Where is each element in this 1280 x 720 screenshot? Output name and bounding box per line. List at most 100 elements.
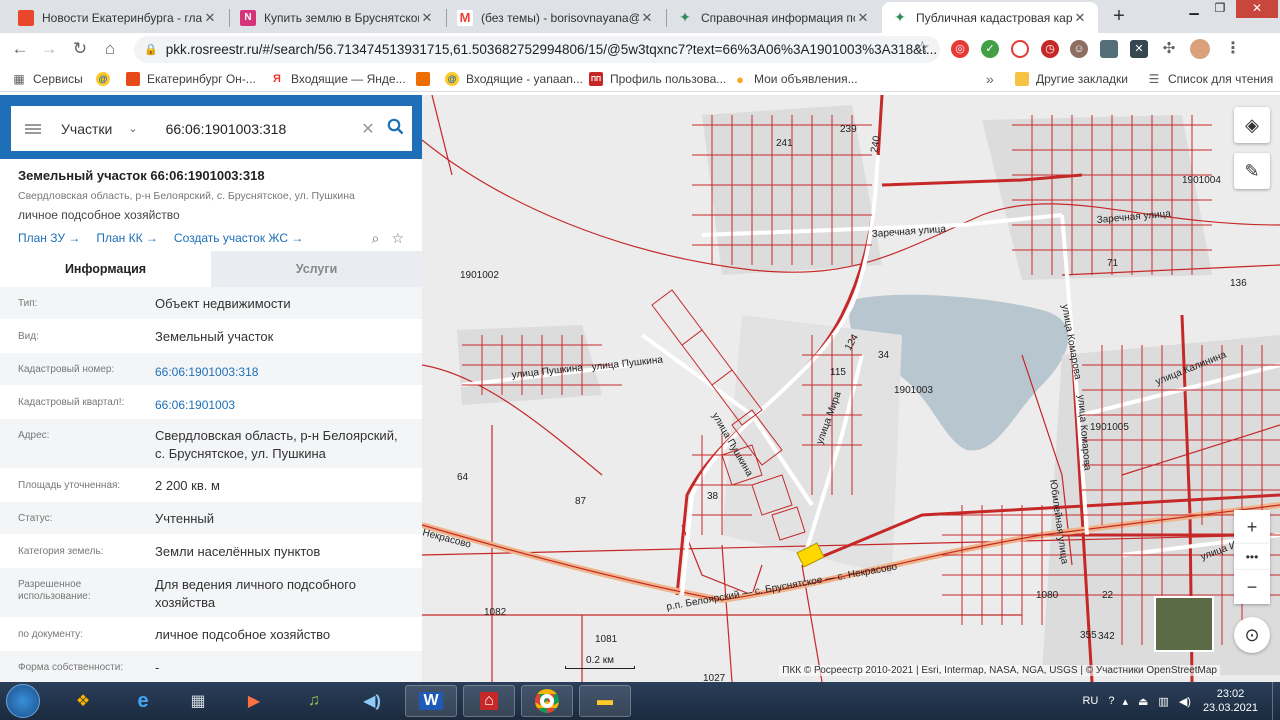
close-icon[interactable]: ✕: [1072, 10, 1088, 26]
volume-icon[interactable]: ◀): [1179, 695, 1191, 708]
map-label: 1901003: [894, 385, 933, 396]
close-icon[interactable]: ✕: [639, 10, 655, 26]
tab-cian[interactable]: N Купить землю в Бруснятском - ✕: [230, 2, 445, 33]
close-icon[interactable]: ✕: [202, 10, 218, 26]
extension-clock-icon[interactable]: ◷: [1041, 40, 1059, 58]
close-icon[interactable]: ✕: [855, 10, 871, 26]
taskbar-app-chrome[interactable]: [521, 685, 573, 717]
help-icon[interactable]: ?: [1108, 695, 1114, 707]
taskbar-app-music[interactable]: ♫: [288, 685, 340, 717]
rosreestr-favicon: ✦: [677, 9, 693, 26]
home-icon[interactable]: ⌂: [99, 38, 121, 60]
bookmark-yandex-mail[interactable]: Я Входящие — Янде...: [270, 70, 406, 88]
bookmark-avito[interactable]: ● Мои объявления...: [733, 70, 858, 88]
reload-icon[interactable]: ↻: [69, 38, 91, 60]
pp-icon: ПП: [589, 72, 603, 86]
bookmark-services[interactable]: ▦ Сервисы: [12, 70, 83, 88]
search-icon[interactable]: [378, 118, 412, 140]
chrome-icon: [535, 689, 559, 713]
bookmark-profile[interactable]: ПП Профиль пользова...: [589, 70, 726, 88]
map-label: 239: [840, 124, 857, 135]
minimize-button[interactable]: ▁: [1180, 0, 1208, 18]
cadastral-map[interactable]: 1901002 1901003 1901004 1901005 улица Пу…: [422, 95, 1280, 682]
network-icon[interactable]: ▥: [1158, 695, 1168, 708]
extension-x-icon[interactable]: ✕: [1130, 40, 1148, 58]
taskbar-app-ie[interactable]: e: [117, 685, 169, 717]
extensions-puzzle-icon[interactable]: ✣: [1160, 40, 1178, 58]
extension-check-icon[interactable]: ✓: [981, 40, 999, 58]
map-label: 1082: [484, 607, 507, 618]
tab-rosreestr-info[interactable]: ✦ Справочная информация по об ✕: [667, 2, 881, 33]
show-desktop-button[interactable]: [1272, 682, 1280, 720]
browser-menu-icon[interactable]: ⋮: [1224, 40, 1242, 58]
tab-title: Публичная кадастровая карта: [916, 10, 1072, 25]
extension-face-icon[interactable]: ☺: [1070, 40, 1088, 58]
map-label: 1080: [1036, 590, 1059, 601]
map-label: 1901004: [1182, 175, 1221, 186]
bookmark-label: Екатеринбург Он-...: [147, 72, 256, 86]
bookmark-orange[interactable]: [416, 70, 437, 88]
rosreestr-favicon: ✦: [892, 9, 908, 26]
tray-arrow-icon[interactable]: ▴: [1122, 695, 1128, 708]
profile-avatar[interactable]: [1190, 39, 1210, 59]
tab-news[interactable]: Новости Екатеринбурга - главн ✕: [8, 2, 228, 33]
clear-icon[interactable]: ✕: [358, 119, 378, 139]
bookmark-star-icon[interactable]: ☆: [915, 38, 930, 58]
back-icon[interactable]: ←: [9, 38, 31, 60]
start-button[interactable]: [6, 684, 40, 718]
map-label: 355: [1080, 630, 1097, 641]
taskbar-app-calculator[interactable]: ▦: [172, 685, 224, 717]
map-label: 71: [1107, 258, 1119, 269]
tab-cadastral-map[interactable]: ✦ Публичная кадастровая карта ✕: [882, 2, 1098, 33]
taskbar-app-explorer[interactable]: ▬: [579, 685, 631, 717]
tab-gmail[interactable]: M (без темы) - borisovnayana@gm ✕: [447, 2, 665, 33]
clock-time: 23:02: [1216, 688, 1245, 700]
language-indicator[interactable]: RU: [1082, 695, 1098, 707]
settlement-area: [982, 115, 1212, 280]
taskbar-app-game[interactable]: ❖: [57, 685, 109, 717]
bookmark-label: Сервисы: [33, 72, 83, 86]
hamburger-menu-icon[interactable]: [25, 123, 41, 134]
bookmark-mail-1[interactable]: @: [96, 70, 117, 88]
layers-icon[interactable]: ◈: [1234, 107, 1270, 143]
taskbar-app-word[interactable]: W: [405, 685, 457, 717]
map-label: 342: [1098, 631, 1115, 642]
clock[interactable]: 23:02 23.03.2021: [1203, 687, 1258, 715]
close-icon[interactable]: ✕: [419, 10, 435, 26]
extension-hat-icon[interactable]: [1100, 40, 1118, 58]
zoom-more-icon[interactable]: •••: [1234, 544, 1270, 570]
maximize-button[interactable]: ❐: [1206, 0, 1234, 18]
zoom-in-button[interactable]: +: [1234, 510, 1270, 544]
extension-cloud-icon[interactable]: [1011, 40, 1029, 58]
more-bookmarks-icon[interactable]: »: [986, 70, 994, 88]
address-bar[interactable]: 🔒 pkk.rosreestr.ru/#/search/56.713474513…: [134, 36, 940, 63]
bookmark-reading-list[interactable]: ☰ Список для чтения: [1147, 70, 1274, 88]
new-tab-button[interactable]: +: [1106, 5, 1132, 29]
map-label: 38: [707, 491, 719, 502]
url-text: pkk.rosreestr.ru/#/search/56.71347451393…: [165, 42, 938, 57]
bookmark-mail-2[interactable]: @ Входящие - yanaan...: [445, 70, 583, 88]
bookmark-e1[interactable]: Екатеринбург Он-...: [126, 70, 256, 88]
bookmark-label: Входящие - yanaan...: [466, 72, 583, 86]
zoom-out-button[interactable]: −: [1234, 570, 1270, 604]
taskbar-app-acrobat[interactable]: ⌂: [463, 685, 515, 717]
extension-target-icon[interactable]: ◎: [951, 40, 969, 58]
speaker-app-icon: ◀): [363, 693, 381, 710]
satellite-minimap[interactable]: [1154, 596, 1214, 652]
reading-list-icon: ☰: [1148, 72, 1160, 86]
bookmark-other[interactable]: Другие закладки: [1015, 70, 1128, 88]
chevron-down-icon[interactable]: ⌄: [128, 122, 137, 135]
lock-icon: 🔒: [144, 44, 158, 56]
search-input[interactable]: 66:06:1901003:318: [166, 121, 358, 137]
compass-icon[interactable]: ⊙: [1234, 617, 1270, 653]
taskbar-app-video[interactable]: ▶: [228, 685, 280, 717]
window-close-button[interactable]: ✕: [1236, 0, 1278, 18]
video-icon: ▶: [247, 693, 261, 710]
usb-icon[interactable]: ⏏: [1138, 695, 1148, 708]
forward-icon[interactable]: →: [38, 38, 60, 60]
windows-taskbar: ❖ e ▦ ▶ ♫ ◀) W ⌂ ▬ RU ? ▴ ⏏ ▥ ◀) 23:02 2…: [0, 682, 1280, 720]
ruler-icon[interactable]: ✎: [1234, 153, 1270, 189]
taskbar-app-sound[interactable]: ◀): [346, 685, 398, 717]
mail-at-icon: @: [96, 72, 110, 86]
search-type-select[interactable]: Участки: [61, 121, 112, 137]
